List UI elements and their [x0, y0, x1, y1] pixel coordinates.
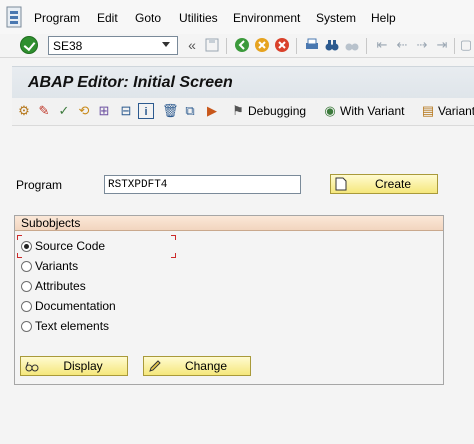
enter-check-icon[interactable] — [20, 36, 38, 54]
menu-bar: Program Edit Goto Utilities Environment … — [0, 0, 474, 34]
title-bar: ABAP Editor: Initial Screen — [12, 66, 474, 98]
new-session-icon[interactable]: ▢ — [458, 37, 474, 53]
menu-environment[interactable]: Environment — [233, 11, 300, 25]
with-variant-button[interactable]: With Variant — [340, 104, 404, 118]
change-pencil-icon — [148, 359, 162, 373]
delete-icon[interactable]: 🗑 — [162, 103, 179, 119]
standard-toolbar: « ⇤ ⇠ ⇢ ⇥ ▢ — [0, 34, 474, 58]
copy-icon[interactable]: ⧉ — [182, 103, 198, 119]
menu-help[interactable]: Help — [371, 11, 396, 25]
activate-icon[interactable]: ⟲ — [76, 103, 92, 119]
radio-button[interactable] — [21, 300, 32, 312]
subobjects-title: Subobjects — [15, 216, 443, 231]
create-button[interactable]: Create — [330, 174, 438, 194]
radio-source-code[interactable]: Source Code — [21, 238, 105, 254]
find-next-icon[interactable] — [344, 37, 360, 53]
radio-label: Documentation — [35, 299, 116, 313]
variants-icon[interactable]: ▤ — [420, 103, 436, 119]
program-input[interactable] — [104, 175, 301, 194]
first-page-icon[interactable]: ⇤ — [374, 37, 390, 53]
display-button[interactable]: Display — [20, 356, 128, 376]
menu-utilities[interactable]: Utilities — [179, 11, 218, 25]
menu-program[interactable]: Program — [34, 11, 80, 25]
exit-icon[interactable] — [254, 37, 270, 53]
radio-button[interactable] — [21, 320, 32, 332]
radio-label: Text elements — [35, 319, 110, 333]
menu-system[interactable]: System — [316, 11, 356, 25]
sap-menu-icon[interactable] — [6, 6, 22, 28]
command-field[interactable] — [48, 36, 178, 55]
radio-label: Attributes — [35, 279, 86, 293]
execute-icon[interactable]: ▶ — [204, 103, 220, 119]
info-icon[interactable]: i — [138, 103, 154, 119]
radio-label: Source Code — [35, 239, 106, 253]
cancel-icon[interactable] — [274, 37, 290, 53]
with-variant-icon[interactable]: ◉ — [322, 103, 338, 119]
menu-edit[interactable]: Edit — [97, 11, 118, 25]
change-pencil-icon[interactable]: ✎ — [36, 103, 52, 119]
menu-goto[interactable]: Goto — [135, 11, 161, 25]
debugging-button[interactable]: Debugging — [248, 104, 306, 118]
variants-button[interactable]: Variants — [438, 104, 474, 118]
radio-documentation[interactable]: Documentation — [21, 298, 116, 314]
change-button[interactable]: Change — [143, 356, 251, 376]
save-icon[interactable] — [204, 37, 220, 53]
application-toolbar: ⚙ ✎ ✓ ⟲ ⊞ ⊟ i 🗑 ⧉ ▶ ⚑ Debugging ◉ With V… — [12, 98, 474, 126]
radio-label: Variants — [35, 259, 79, 273]
create-document-icon — [335, 177, 349, 191]
where-used-icon[interactable]: ⊞ — [96, 103, 112, 119]
other-object-icon[interactable]: ⚙ — [16, 103, 32, 119]
find-icon[interactable] — [324, 37, 340, 53]
collapse-command-icon[interactable]: « — [184, 37, 200, 53]
display-glasses-icon — [25, 359, 39, 373]
program-label: Program — [16, 178, 63, 192]
subobjects-group: Subobjects Source Code Variants Attribut… — [14, 215, 444, 385]
last-page-icon[interactable]: ⇥ — [434, 37, 450, 53]
command-dropdown-icon[interactable] — [162, 42, 170, 47]
radio-button[interactable] — [21, 240, 32, 252]
page-title: ABAP Editor: Initial Screen — [28, 74, 233, 91]
previous-page-icon[interactable]: ⇠ — [394, 37, 410, 53]
radio-variants[interactable]: Variants — [21, 258, 78, 274]
radio-attributes[interactable]: Attributes — [21, 278, 86, 294]
hierarchy-icon[interactable]: ⊟ — [118, 103, 134, 119]
back-icon[interactable] — [234, 37, 250, 53]
next-page-icon[interactable]: ⇢ — [414, 37, 430, 53]
radio-button[interactable] — [21, 260, 32, 272]
debugging-icon[interactable]: ⚑ — [230, 103, 246, 119]
radio-button[interactable] — [21, 280, 32, 292]
print-icon[interactable] — [304, 37, 320, 53]
radio-text-elements[interactable]: Text elements — [21, 318, 109, 334]
check-icon[interactable]: ✓ — [56, 103, 72, 119]
